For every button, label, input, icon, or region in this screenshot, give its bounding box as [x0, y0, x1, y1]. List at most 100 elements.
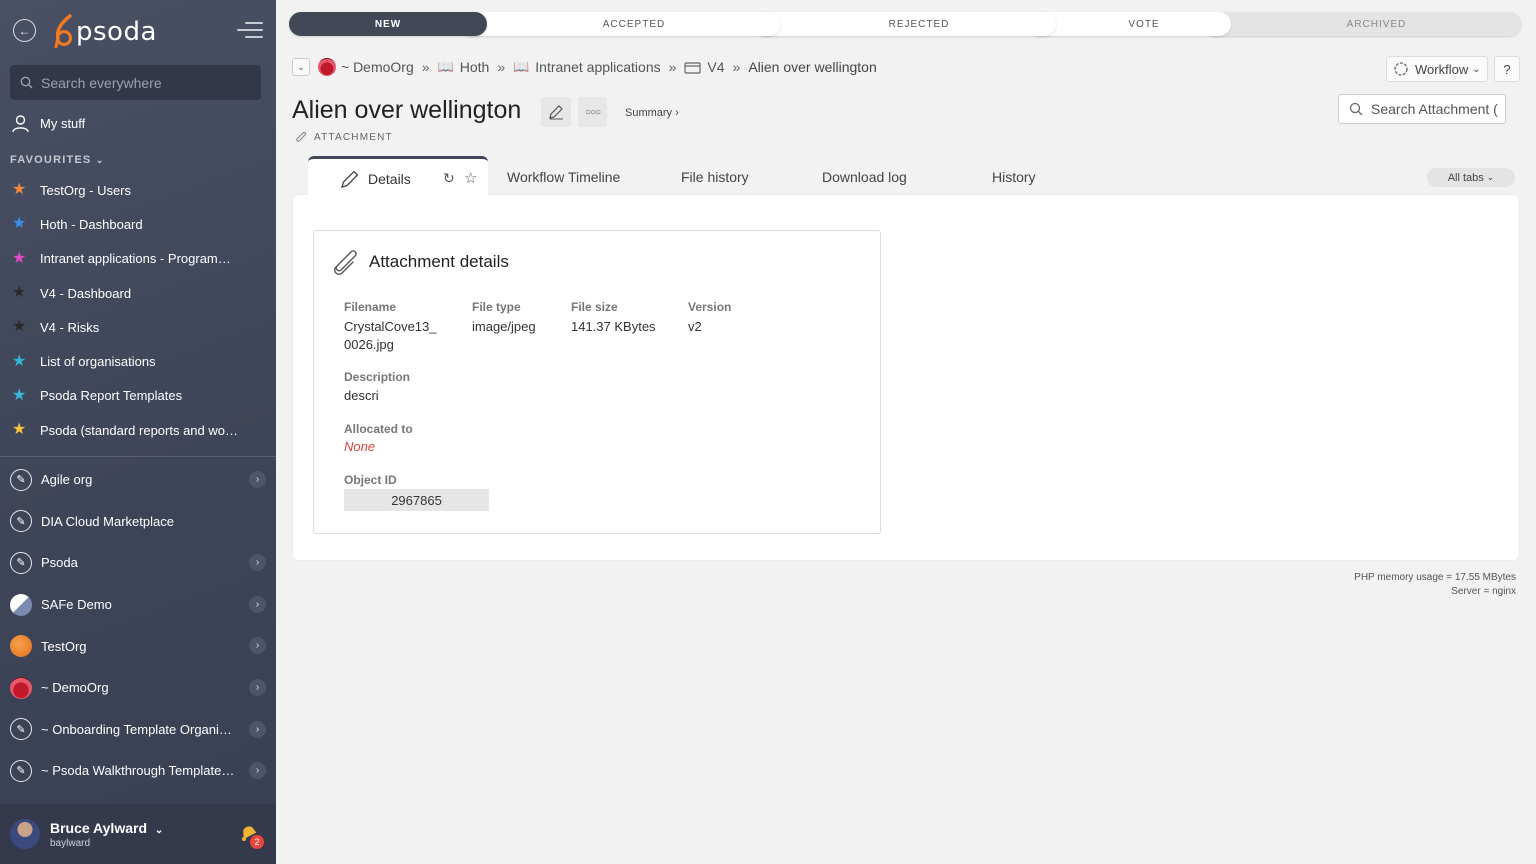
back-button[interactable]: ←: [13, 19, 36, 42]
breadcrumb-item-intranet[interactable]: 📖 Intranet applications: [513, 59, 661, 75]
more-options-button[interactable]: ○○○: [578, 97, 607, 127]
my-stuff-link[interactable]: My stuff: [11, 114, 85, 133]
favourite-item[interactable]: ★ List of organisations: [0, 344, 276, 378]
favourite-item[interactable]: ★ Psoda Report Templates: [0, 379, 276, 413]
favourite-item[interactable]: ★ V4 - Dashboard: [0, 276, 276, 310]
tab-history[interactable]: History: [992, 169, 1036, 185]
user-handle: baylward: [50, 837, 91, 849]
favourite-label: TestOrg - Users: [40, 182, 132, 198]
breadcrumb-label: Intranet applications: [535, 59, 661, 75]
objectid-value: 2967865: [344, 489, 489, 511]
workflow-button[interactable]: Workflow ⌄: [1386, 56, 1488, 82]
workflow-step-rejected[interactable]: REJECTED: [754, 12, 1056, 36]
psoda-logo-mark-icon: [54, 14, 72, 48]
tab-file-history[interactable]: File history: [681, 169, 749, 185]
breadcrumb-separator: »: [732, 59, 741, 75]
safe-logo-icon: [10, 593, 32, 616]
favourite-label: Psoda Report Templates: [40, 388, 183, 404]
chevron-right-icon[interactable]: ›: [249, 720, 266, 738]
org-item-demoorg[interactable]: ~ DemoOrg ›: [0, 667, 276, 709]
paperclip-icon: [333, 250, 357, 276]
star-icon: ★: [12, 249, 27, 267]
chevron-right-icon[interactable]: ›: [249, 554, 266, 572]
breadcrumb-item-hoth[interactable]: 📖 Hoth: [438, 59, 490, 75]
all-tabs-label: All tabs: [1447, 171, 1484, 184]
filetype-label: File type: [472, 300, 521, 314]
favourite-item[interactable]: ★ TestOrg - Users: [0, 173, 276, 207]
org-item-onboarding[interactable]: ✎ ~ Onboarding Template Organisa... ›: [0, 709, 276, 751]
workflow-status-bar: ARCHIVED VOTE REJECTED ACCEPTED NEW: [289, 12, 1521, 36]
allocated-label: Allocated to: [344, 422, 413, 436]
tab-download-log[interactable]: Download log: [822, 169, 907, 185]
org-item-agile-org[interactable]: ✎ Agile org ›: [0, 459, 276, 501]
notifications-button[interactable]: 2: [238, 822, 264, 849]
workflow-step-label: ACCEPTED: [602, 18, 666, 30]
global-search-input[interactable]: [41, 74, 241, 91]
org-item-psoda[interactable]: ✎ Psoda ›: [0, 542, 276, 584]
sidebar: ← psoda My stuff FAVOURITES ⌄: [0, 0, 276, 864]
chevron-right-icon[interactable]: ›: [249, 678, 266, 696]
filename-line1: CrystalCove13_: [344, 319, 437, 334]
workflow-step-accepted[interactable]: ACCEPTED: [459, 12, 781, 36]
chevron-right-icon[interactable]: ›: [249, 595, 266, 613]
breadcrumb-item-v4[interactable]: V4: [684, 59, 725, 75]
pencil-icon: [341, 170, 359, 188]
chevron-down-icon: ⌄: [1486, 172, 1495, 182]
star-icon: ★: [12, 181, 27, 199]
pen-icon: ✎: [10, 759, 32, 782]
chevron-right-icon[interactable]: ›: [249, 762, 266, 780]
pen-icon: ✎: [10, 468, 32, 491]
org-item-dia-cloud[interactable]: ✎ DIA Cloud Marketplace: [0, 501, 276, 543]
workflow-step-vote[interactable]: VOTE: [1029, 12, 1231, 36]
attachment-search[interactable]: [1338, 94, 1506, 124]
org-item-safe-demo[interactable]: SAFe Demo ›: [0, 584, 276, 626]
favourite-label: V4 - Risks: [40, 319, 100, 335]
objectid-label: Object ID: [344, 473, 397, 487]
workflow-icon: [1394, 62, 1408, 76]
avatar[interactable]: [10, 819, 40, 849]
workflow-step-new[interactable]: NEW: [289, 12, 487, 36]
star-icon: ★: [12, 386, 27, 404]
tab-details[interactable]: Details ↻ ☆: [308, 156, 488, 198]
reload-icon[interactable]: ↻: [443, 170, 455, 187]
all-tabs-button[interactable]: All tabs ⌄: [1427, 168, 1515, 187]
help-button[interactable]: ?: [1494, 56, 1520, 82]
breadcrumb: ⌄ ~ DemoOrg » 📖 Hoth » 📖 Intranet applic…: [292, 58, 877, 76]
org-item-testorg[interactable]: TestOrg ›: [0, 625, 276, 667]
demoorg-logo-icon: [318, 58, 336, 76]
attachment-details-card: Attachment details Filename CrystalCove1…: [313, 230, 881, 534]
user-panel[interactable]: Bruce Aylward ⌄ baylward 2: [0, 804, 276, 864]
org-item-walkthrough[interactable]: ✎ ~ Psoda Walkthrough Template P... ›: [0, 750, 276, 792]
global-search[interactable]: [10, 65, 261, 100]
chevron-down-icon: ⌄: [95, 155, 105, 165]
breadcrumb-toggle[interactable]: ⌄: [292, 58, 310, 76]
org-label: Agile org: [41, 472, 93, 488]
object-type-label: ATTACHMENT: [314, 132, 393, 143]
favourites-header[interactable]: FAVOURITES ⌄: [10, 154, 105, 166]
edit-button[interactable]: [541, 97, 571, 127]
favourite-label: Psoda (standard reports and work...: [40, 422, 240, 438]
breadcrumb-item-demoorg[interactable]: ~ DemoOrg: [318, 58, 414, 76]
favourite-label: List of organisations: [40, 354, 156, 370]
favourite-item[interactable]: ★ Psoda (standard reports and work...: [0, 413, 276, 447]
star-icon: ★: [12, 352, 27, 370]
chevron-right-icon[interactable]: ›: [249, 471, 266, 488]
tab-label: Details: [368, 170, 411, 187]
favourite-item[interactable]: ★ V4 - Risks: [0, 310, 276, 344]
star-outline-icon[interactable]: ☆: [464, 169, 477, 187]
favourite-item[interactable]: ★ Intranet applications - Programme...: [0, 242, 276, 276]
user-name[interactable]: Bruce Aylward ⌄: [50, 820, 163, 836]
tab-workflow-timeline[interactable]: Workflow Timeline: [507, 169, 620, 185]
menu-collapse-icon[interactable]: [237, 22, 263, 40]
psoda-logo[interactable]: psoda: [50, 14, 157, 48]
workflow-step-archived[interactable]: ARCHIVED: [1204, 12, 1521, 36]
book-icon: 📖: [437, 59, 454, 74]
filesize-value: 141.37 KBytes: [571, 319, 656, 334]
attachment-search-input[interactable]: [1371, 101, 1501, 117]
favourite-item[interactable]: ★ Hoth - Dashboard: [0, 207, 276, 241]
org-label: TestOrg: [41, 638, 87, 654]
breadcrumb-label: V4: [707, 59, 725, 75]
favourite-label: V4 - Dashboard: [40, 285, 132, 301]
summary-link[interactable]: Summary ›: [625, 107, 679, 119]
chevron-right-icon[interactable]: ›: [249, 637, 266, 655]
